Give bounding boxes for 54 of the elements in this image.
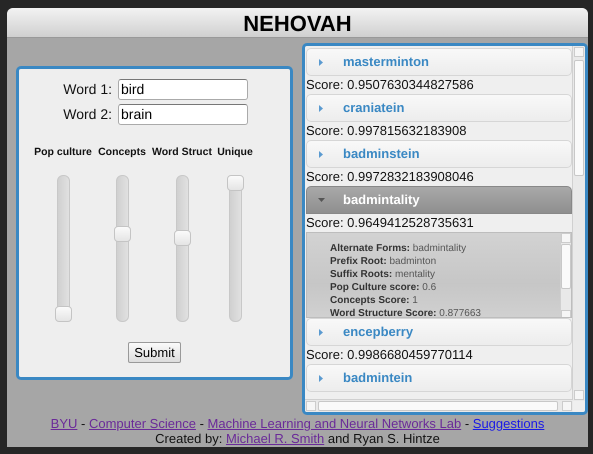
result-header[interactable]: badminstein [306,140,572,168]
footer-link[interactable]: Michael R. Smith [226,431,324,446]
slider-thumb[interactable] [114,226,130,242]
score-text: Score: 0.9986680459770114 [306,346,474,364]
caret-icon [319,104,323,112]
vertical-slider[interactable] [174,175,190,322]
caret-icon [319,150,323,158]
detail-line: Prefix Root: badminton [330,255,438,268]
credit-text: Created by: [155,431,222,446]
vertical-scrollbar[interactable] [572,46,585,401]
credit-text: and Ryan S. Hintze [328,431,440,446]
score-text: Score: 0.9972832183908046 [306,168,475,186]
vertical-slider[interactable] [54,175,72,322]
slider-label: Word Struct [152,145,212,160]
detail-line: Alternate Forms: badmintality [330,242,468,255]
detail-line: Word Structure Score: 0.877663 [330,307,482,317]
result-header[interactable]: craniatein [306,94,572,122]
result-header[interactable]: masterminton [306,48,572,76]
vertical-slider[interactable] [226,175,244,322]
footer-link[interactable]: Computer Science [88,416,196,431]
separator-text: - [81,416,86,431]
caret-icon [319,374,323,382]
caret-icon [318,198,324,202]
slider-thumb[interactable] [226,175,244,191]
slider-label: Unique [217,145,253,160]
footer-link[interactable]: Suggestions [472,416,544,431]
detail-line: Concepts Score: 1 [330,294,419,307]
slider-label: Pop culture [34,145,92,160]
score-text: Score: 0.997815632183908 [306,122,468,140]
result-header[interactable]: badmintality [306,186,572,214]
submit-button[interactable]: Submit [128,342,181,363]
field-label: Word 1: [62,80,112,99]
separator-text: - [200,416,204,431]
slider-thumb[interactable] [174,230,190,246]
caret-icon [319,328,323,336]
detail-line: Suffix Roots: mentality [330,268,436,281]
field-label: Word 2: [62,105,112,124]
text-field[interactable]: bird [118,79,248,100]
slider-thumb[interactable] [54,306,72,322]
text-field[interactable]: brain [118,104,248,125]
horizontal-scrollbar[interactable] [305,399,573,412]
details-scrollbar[interactable] [560,233,571,317]
page-title: NEHOVAH [242,10,353,38]
score-text: Score: 0.9649412528735631 [306,214,475,232]
result-header[interactable]: badmintein [306,364,572,392]
score-text: Score: 0.9507630344827586 [306,76,475,94]
slider-label: Concepts [98,145,146,160]
vertical-slider[interactable] [114,175,130,322]
footer-link[interactable]: BYU [50,416,78,431]
separator-text: - [464,416,470,431]
detail-line: Pop Culture score: 0.6 [330,281,438,294]
footer-link[interactable]: Machine Learning and Neural Networks Lab [208,416,462,431]
caret-icon [319,58,323,66]
result-header[interactable]: encepberry [306,318,572,346]
